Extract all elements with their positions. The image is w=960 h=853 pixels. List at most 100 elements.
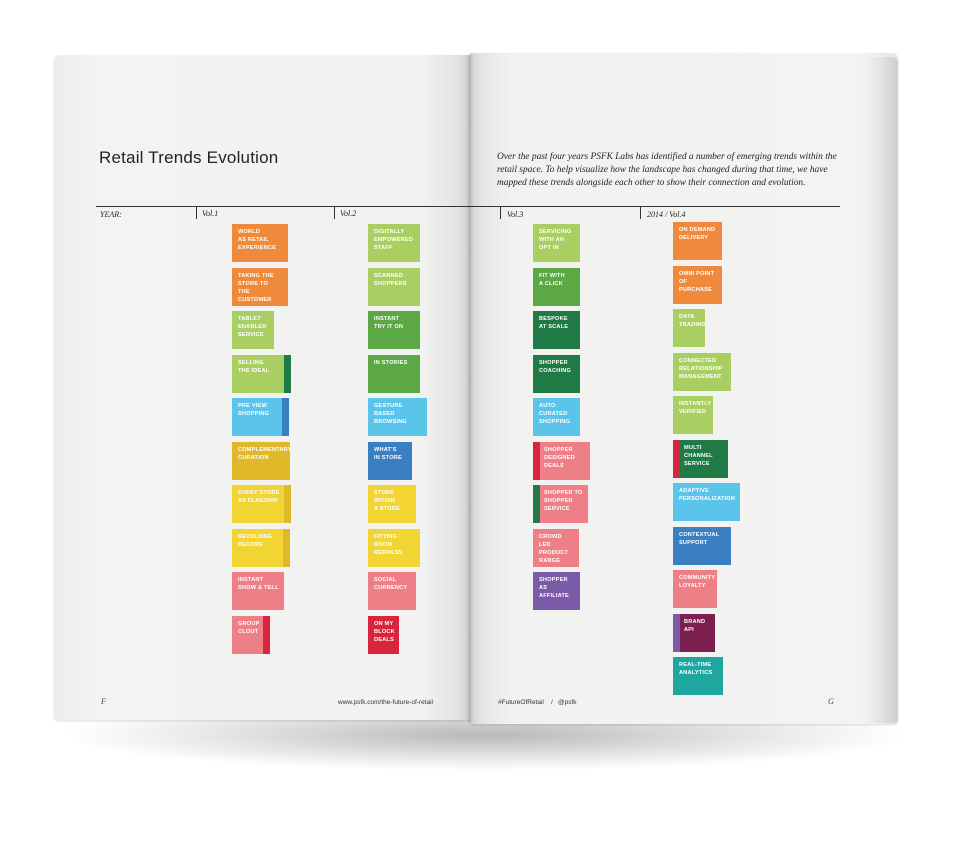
volume-label-4: 2014 / Vol.4 <box>647 210 686 219</box>
trend-tile: SHOPPER TO SHOPPER SERVICE <box>533 485 588 523</box>
column-divider <box>640 206 641 219</box>
trend-tile: SOCIAL CURRENCY <box>368 572 416 610</box>
timeline-rule <box>96 206 840 207</box>
trend-tile-label: COMPLEMENTARY CURATION <box>238 446 292 461</box>
trend-tile-label: SHOPPER TO SHOPPER SERVICE <box>544 490 583 512</box>
trend-tile: DATA TRADING <box>673 309 706 347</box>
trend-tile-label: CONNECTED RELATIONSHIP MANAGEMENT <box>679 357 723 380</box>
trend-tile-label: ADAPTIVE PERSONALIZATION <box>679 488 736 502</box>
intro-paragraph: Over the past four years PSFK Labs has i… <box>497 152 837 188</box>
trend-tile: STORE WITHIN A STORE <box>368 485 416 523</box>
trend-tile-label: IN STORIES <box>374 359 408 366</box>
trend-tile-label: MULTI CHANNEL SERVICE <box>684 444 713 467</box>
trend-tile-label: SERVICING WITH AN OPT IN <box>539 229 572 251</box>
trend-tile-label: REVOLVING DECORE <box>238 533 273 548</box>
trend-tile: CONTEXTUAL SUPPORT <box>673 526 731 565</box>
footer-url: www.psfk.com/the-future-of-retail <box>338 699 434 706</box>
trend-tile-label: COMMUNITY LOYALTY <box>679 575 716 589</box>
column-divider <box>334 206 335 219</box>
tile-accent-bar <box>533 441 540 480</box>
trend-tile: ADAPTIVE PERSONALIZATION <box>673 483 740 521</box>
trend-tile: INSTANT TRY IT ON <box>368 311 420 349</box>
trend-tile: BESPOKE AT SCALE <box>533 311 580 349</box>
tile-accent-bar <box>673 439 680 478</box>
trend-tile-label: SOCIAL CURRENCY <box>374 577 408 591</box>
trend-tile-label: PRE VIEW SHOPPING <box>238 403 270 417</box>
trend-tile: REVOLVING DECORE <box>232 528 290 567</box>
trend-tile-label: INSTANT SHOW & TELL <box>238 577 279 591</box>
trend-tile-label: INSTANT TRY IT ON <box>374 316 404 330</box>
trend-tile-label: STORE WITHIN A STORE <box>374 490 400 512</box>
tile-accent-bar <box>673 613 680 652</box>
column-divider <box>500 206 501 219</box>
trend-tile-label: TABLET ENABLED SERVICE <box>238 316 267 338</box>
trend-tile-label: DATA TRADING <box>679 314 706 328</box>
trend-tile-label: CROWD LED PRODUCT RANGE <box>539 533 569 564</box>
trend-tile-label: INSTANTLY VERIFIED <box>679 401 712 415</box>
trend-tile: ON MY BLOCK DEALS <box>368 615 399 654</box>
trend-tile: FIT WITH A CLICK <box>533 267 580 306</box>
footer-hashtag: #FutureOfRetail <box>498 699 544 706</box>
footer-handle: @psfk <box>558 699 577 706</box>
trend-tile: EVERY STORE AS FLAGSHIP <box>232 485 291 523</box>
trend-tile: INSTANT SHOW & TELL <box>232 572 284 610</box>
trend-tile: AUTO CURATED SHOPPING <box>533 398 580 436</box>
page-edge <box>862 57 898 723</box>
trend-tile: TAKING THE STORE TO THE CUSTOMER <box>232 267 288 306</box>
volume-label-1: Vol.1 <box>202 209 219 218</box>
trend-tile-label: BRAND API <box>684 618 706 633</box>
trend-tile: SERVICING WITH AN OPT IN <box>533 224 580 262</box>
book-gutter <box>466 55 474 723</box>
trend-tile-label: AUTO CURATED SHOPPING <box>539 403 571 425</box>
trend-tile-label: REAL-TIME ANALYTICS <box>679 662 713 676</box>
trend-tile: WORLD AS RETAIL EXPERIENCE <box>232 224 288 262</box>
right-page-number: G <box>828 697 834 706</box>
tile-accent-bar <box>283 528 290 567</box>
trend-tile: PRE VIEW SHOPPING <box>232 398 289 436</box>
trend-tile-label: OMNI POINT OF PURCHASE <box>679 270 715 293</box>
page-title: Retail Trends Evolution <box>99 148 279 167</box>
trend-tile-label: SCANNED SHOPPERS <box>374 272 407 287</box>
trend-tile: COMMUNITY LOYALTY <box>673 570 717 608</box>
trend-tile: WHAT'S IN STORE <box>368 441 412 480</box>
trend-tile-label: GESTURE BASED BROWSING <box>374 403 407 425</box>
trend-tile: IN STORIES <box>368 354 420 393</box>
volume-label-2: Vol.2 <box>340 209 357 218</box>
trend-tile-label: CONTEXTUAL SUPPORT <box>679 531 720 546</box>
trend-tile: CROWD LED PRODUCT RANGE <box>533 528 579 567</box>
trend-tile: COMPLEMENTARY CURATION <box>232 441 292 480</box>
trend-tile: MULTI CHANNEL SERVICE <box>673 439 728 478</box>
tile-accent-bar <box>533 485 540 523</box>
trend-tile-label: FITTING ROOM REDRESS <box>374 533 403 556</box>
trend-tile: INSTANTLY VERIFIED <box>673 396 713 434</box>
trend-tile-label: ON MY BLOCK DEALS <box>374 620 395 643</box>
tile-accent-bar <box>284 354 291 393</box>
trend-tile: CONNECTED RELATIONSHIP MANAGEMENT <box>673 352 731 391</box>
tile-accent-bar <box>263 615 270 654</box>
tile-accent-bar <box>284 485 291 523</box>
trend-tile: ON DEMAND DELIVERY <box>673 222 722 260</box>
trend-tile: OMNI POINT OF PURCHASE <box>673 265 722 304</box>
trend-tile-label: SHOPPER DESIGNED DEALS <box>544 446 575 469</box>
trend-tile-label: WORLD AS RETAIL EXPERIENCE <box>238 229 277 251</box>
left-page-number: F <box>101 697 106 706</box>
trend-tile: BRAND API <box>673 613 715 652</box>
trend-tile-label: SHOPPER COACHING <box>539 359 572 374</box>
trend-tile: GESTURE BASED BROWSING <box>368 398 427 436</box>
column-divider <box>196 206 197 219</box>
trend-tile-label: FIT WITH A CLICK <box>539 272 565 287</box>
trend-tile: TABLET ENABLED SERVICE <box>232 311 274 349</box>
trend-tile-label: DIGITALLY EMPOWERED STAFF <box>374 229 414 251</box>
trend-tile-label: WHAT'S IN STORE <box>374 446 402 461</box>
trend-tile: GROUP CLOUT <box>232 615 270 654</box>
trend-tile: DIGITALLY EMPOWERED STAFF <box>368 224 420 262</box>
tile-accent-bar <box>282 398 289 436</box>
trend-tile-label: ON DEMAND DELIVERY <box>679 227 716 241</box>
trend-tile-label: GROUP CLOUT <box>238 620 260 635</box>
trend-tile-label: SELLING THE IDEAL <box>238 359 270 374</box>
volume-label-3: Vol.3 <box>507 210 524 219</box>
trend-tile: SHOPPER COACHING <box>533 354 580 393</box>
trend-tile-label: BESPOKE AT SCALE <box>539 316 569 330</box>
trend-tile-label: SHOPPER AS AFFILIATE <box>539 577 569 599</box>
trend-tile-label: TAKING THE STORE TO THE CUSTOMER <box>238 272 274 303</box>
